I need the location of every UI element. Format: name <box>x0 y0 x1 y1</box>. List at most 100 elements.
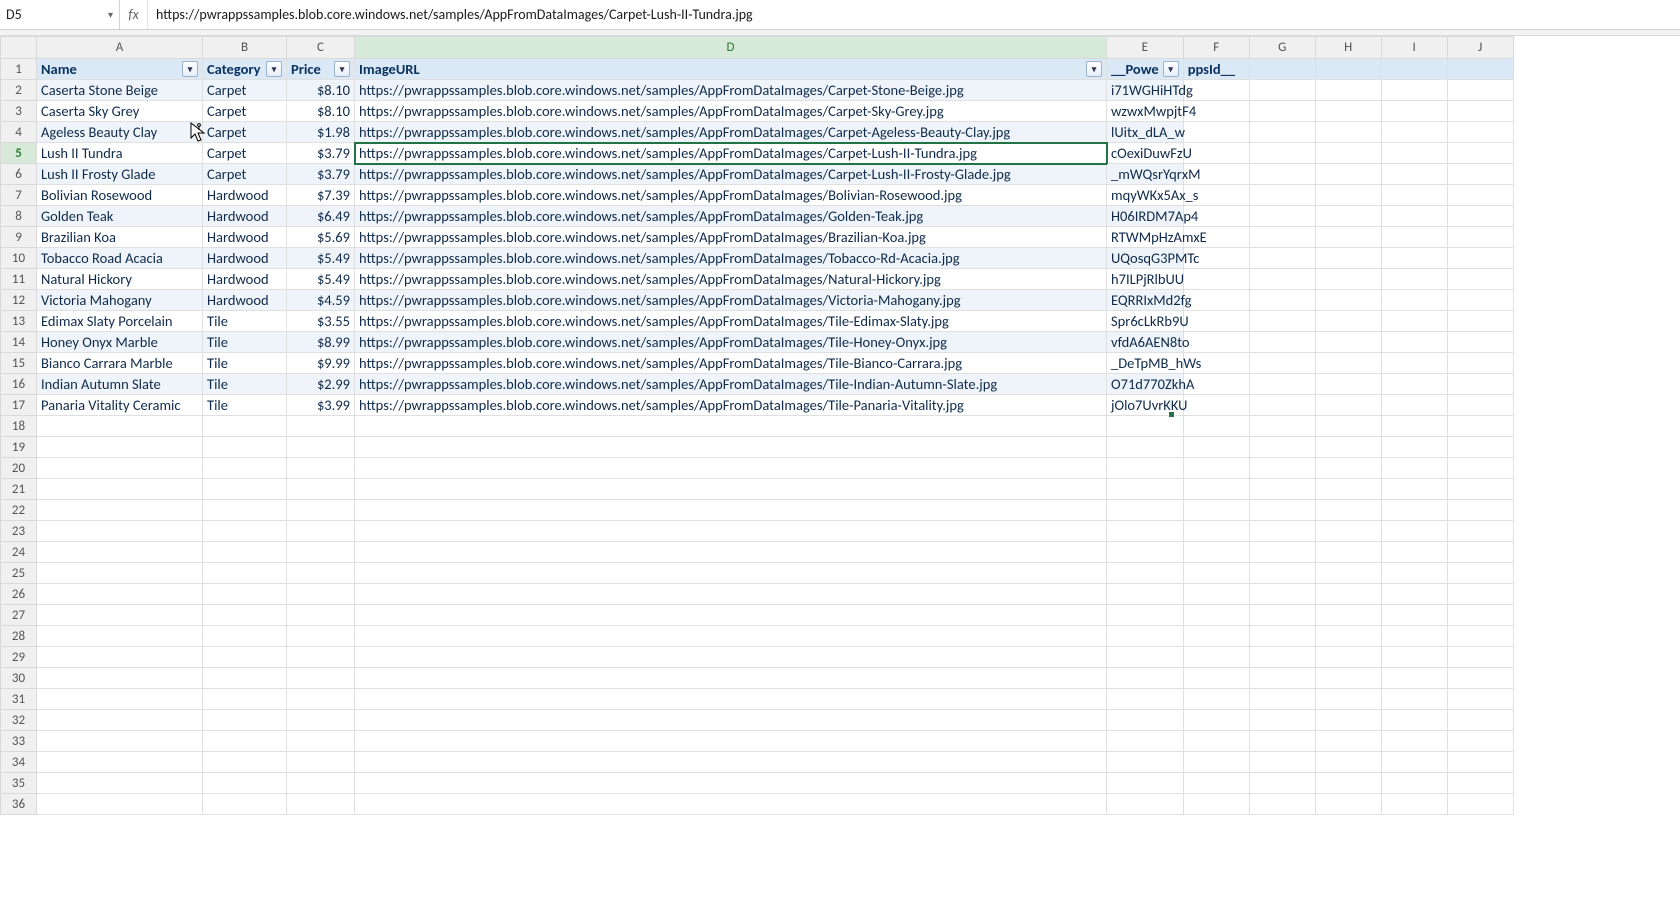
cell[interactable] <box>1315 248 1381 269</box>
filter-dropdown-icon[interactable]: ▾ <box>1086 61 1102 77</box>
cell-category[interactable]: Hardwood <box>203 248 287 269</box>
cell-name[interactable]: Indian Autumn Slate <box>37 374 203 395</box>
cell[interactable] <box>1381 80 1447 101</box>
cell[interactable] <box>1249 416 1315 437</box>
cell-price[interactable]: $5.49 <box>287 269 355 290</box>
cell[interactable] <box>1249 605 1315 626</box>
cell[interactable] <box>287 521 355 542</box>
cell[interactable] <box>1315 605 1381 626</box>
cell[interactable] <box>1447 605 1513 626</box>
row-header[interactable]: 12 <box>1 290 37 311</box>
row-header[interactable]: 25 <box>1 563 37 584</box>
cell[interactable] <box>1107 752 1184 773</box>
cell[interactable] <box>1183 437 1249 458</box>
cell[interactable] <box>1249 542 1315 563</box>
cell[interactable] <box>1107 458 1184 479</box>
table-header-cell[interactable]: ImageURL▾ <box>355 59 1107 80</box>
cell[interactable] <box>287 605 355 626</box>
cell-category[interactable]: Carpet <box>203 122 287 143</box>
cell[interactable] <box>203 668 287 689</box>
cell-imageurl[interactable]: https://pwrappssamples.blob.core.windows… <box>355 164 1107 185</box>
cell[interactable] <box>1381 395 1447 416</box>
cell-category[interactable]: Tile <box>203 395 287 416</box>
cell[interactable] <box>1249 290 1315 311</box>
cell[interactable] <box>203 584 287 605</box>
row-header[interactable]: 36 <box>1 794 37 815</box>
cell[interactable] <box>37 794 203 815</box>
cell-imageurl[interactable]: https://pwrappssamples.blob.core.windows… <box>355 395 1107 416</box>
cell[interactable] <box>1107 647 1184 668</box>
cell[interactable] <box>1447 101 1513 122</box>
cell[interactable] <box>1183 395 1249 416</box>
cell[interactable] <box>1447 374 1513 395</box>
cell-category[interactable]: Tile <box>203 311 287 332</box>
filter-dropdown-icon[interactable]: ▾ <box>182 61 198 77</box>
cell-id[interactable]: vfdA6AEN8to <box>1107 332 1184 353</box>
cell[interactable] <box>1183 668 1249 689</box>
table-header-cell[interactable]: __Powe▾ <box>1107 59 1184 80</box>
cell[interactable] <box>1183 626 1249 647</box>
cell[interactable] <box>37 437 203 458</box>
cell[interactable] <box>287 437 355 458</box>
cell[interactable] <box>1315 206 1381 227</box>
cell[interactable] <box>287 542 355 563</box>
row-header[interactable]: 15 <box>1 353 37 374</box>
cell[interactable] <box>1315 311 1381 332</box>
cell[interactable] <box>355 416 1107 437</box>
cell-id[interactable]: mqyWKx5Ax_s <box>1107 185 1184 206</box>
col-header-A[interactable]: A <box>37 37 203 59</box>
cell[interactable] <box>1249 395 1315 416</box>
cell[interactable] <box>1183 752 1249 773</box>
cell-name[interactable]: Golden Teak <box>37 206 203 227</box>
cell[interactable] <box>1381 101 1447 122</box>
cell-name[interactable]: Lush II Frosty Glade <box>37 164 203 185</box>
cell-category[interactable]: Hardwood <box>203 290 287 311</box>
filter-dropdown-icon[interactable]: ▾ <box>1163 61 1179 77</box>
cell[interactable] <box>1249 794 1315 815</box>
cell[interactable] <box>355 458 1107 479</box>
cell-id[interactable]: _DeTpMB_hWs <box>1107 353 1184 374</box>
cell[interactable] <box>1183 647 1249 668</box>
name-box[interactable]: D5 ▾ <box>0 0 120 29</box>
row-header[interactable]: 11 <box>1 269 37 290</box>
cell-id[interactable]: O71d770ZkhA <box>1107 374 1184 395</box>
cell[interactable] <box>1107 563 1184 584</box>
row-header[interactable]: 3 <box>1 101 37 122</box>
cell-name[interactable]: Ageless Beauty Clay <box>37 122 203 143</box>
cell-imageurl[interactable]: https://pwrappssamples.blob.core.windows… <box>355 332 1107 353</box>
cell[interactable] <box>1249 122 1315 143</box>
cell-category[interactable]: Hardwood <box>203 269 287 290</box>
cell[interactable] <box>1447 626 1513 647</box>
cell[interactable] <box>287 563 355 584</box>
cell[interactable] <box>1107 710 1184 731</box>
cell[interactable] <box>355 647 1107 668</box>
table-header-cell[interactable]: Price▾ <box>287 59 355 80</box>
cell[interactable] <box>1447 122 1513 143</box>
cell-imageurl[interactable]: https://pwrappssamples.blob.core.windows… <box>355 101 1107 122</box>
cell-name[interactable]: Caserta Stone Beige <box>37 80 203 101</box>
cell[interactable] <box>1183 605 1249 626</box>
cell[interactable] <box>1249 353 1315 374</box>
cell[interactable] <box>37 773 203 794</box>
cell[interactable] <box>203 521 287 542</box>
cell[interactable] <box>203 773 287 794</box>
row-header[interactable]: 26 <box>1 584 37 605</box>
cell[interactable] <box>1381 584 1447 605</box>
cell-price[interactable]: $8.10 <box>287 101 355 122</box>
cell[interactable] <box>1381 185 1447 206</box>
cell[interactable] <box>1381 311 1447 332</box>
cell[interactable] <box>37 521 203 542</box>
cell[interactable] <box>1107 731 1184 752</box>
formula-input[interactable]: https://pwrappssamples.blob.core.windows… <box>148 0 1680 29</box>
cell[interactable] <box>355 605 1107 626</box>
cell[interactable] <box>1183 563 1249 584</box>
cell-name[interactable]: Caserta Sky Grey <box>37 101 203 122</box>
cell[interactable] <box>1447 584 1513 605</box>
cell-category[interactable]: Carpet <box>203 101 287 122</box>
cell[interactable] <box>1249 437 1315 458</box>
cell[interactable] <box>1447 248 1513 269</box>
cell[interactable] <box>1447 311 1513 332</box>
cell[interactable] <box>287 584 355 605</box>
cell[interactable] <box>1447 479 1513 500</box>
row-header[interactable]: 22 <box>1 500 37 521</box>
